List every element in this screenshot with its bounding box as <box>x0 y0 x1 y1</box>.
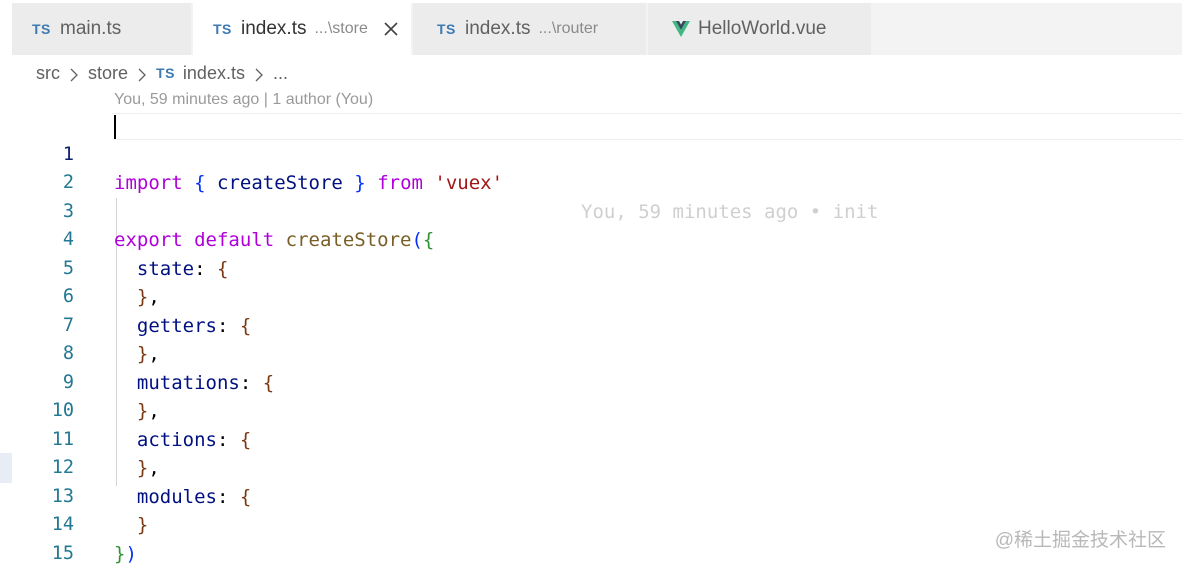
code-line: 2 <box>0 141 1182 193</box>
token-brace: } <box>114 542 126 565</box>
typescript-icon: TS <box>156 65 175 81</box>
breadcrumb-file-label: index.ts <box>182 62 245 83</box>
chevron-right-icon <box>253 66 265 82</box>
breadcrumb: src store TS index.ts ... <box>36 60 288 86</box>
breadcrumb-item-file[interactable]: TS index.ts <box>156 63 245 84</box>
code-line: 4 state: { <box>0 198 1182 280</box>
breadcrumb-item-src[interactable]: src <box>36 63 60 84</box>
breadcrumb-item-store[interactable]: store <box>88 63 128 84</box>
tab-label: main.ts <box>60 18 122 39</box>
vue-icon <box>672 21 690 37</box>
typescript-icon: TS <box>32 21 51 37</box>
line-number: 15 <box>51 542 74 564</box>
typescript-icon: TS <box>437 21 456 37</box>
token-paren: ) <box>125 542 137 565</box>
text-cursor <box>114 115 116 139</box>
code-editor[interactable]: 1 import { createStore } from 'vuex' You… <box>0 112 1182 565</box>
tab-index-ts-router[interactable]: TS index.ts ...\router <box>412 3 646 55</box>
code-line: 3 export default createStore({ <box>0 169 1182 252</box>
tab-label: index.ts <box>241 18 307 39</box>
tab-helloworld-vue[interactable]: HelloWorld.vue <box>647 3 871 55</box>
watermark: @稀土掘金技术社区 <box>994 530 1166 551</box>
chevron-right-icon <box>68 66 80 82</box>
code-text: }) <box>114 540 137 568</box>
code-line: 9 }, <box>0 340 1182 423</box>
code-line: 8 mutations: { <box>0 312 1182 394</box>
close-icon[interactable] <box>382 20 400 38</box>
code-line: 5 }, <box>0 226 1182 309</box>
tab-index-ts-store[interactable]: TS index.ts ...\store <box>192 3 411 55</box>
blame-codelens[interactable]: You, 59 minutes ago | 1 author (You) <box>114 91 373 113</box>
tab-bar: TS main.ts TS index.ts ...\store TS inde… <box>12 3 1182 55</box>
code-line: 6 getters: { <box>0 255 1182 337</box>
code-line: 10 actions: { <box>0 369 1182 451</box>
code-line: 7 }, <box>0 283 1182 366</box>
tab-main-ts[interactable]: TS main.ts <box>12 3 191 55</box>
editor-window: TS main.ts TS index.ts ...\store TS inde… <box>0 0 1182 568</box>
tab-label: HelloWorld.vue <box>698 18 827 39</box>
typescript-icon: TS <box>213 21 232 37</box>
code-line: 12 modules: { <box>0 426 1182 508</box>
code-line: 14 }) <box>0 483 1182 565</box>
chevron-right-icon <box>136 66 148 82</box>
code-line: 11 }, <box>0 397 1182 480</box>
tab-label: index.ts <box>465 18 531 39</box>
tab-description: ...\store <box>314 20 368 37</box>
breadcrumb-item-more[interactable]: ... <box>273 63 288 84</box>
code-line: 1 import { createStore } from 'vuex' You… <box>0 112 1182 223</box>
code-line: 13 } <box>0 454 1182 537</box>
tab-description: ...\router <box>538 20 599 37</box>
